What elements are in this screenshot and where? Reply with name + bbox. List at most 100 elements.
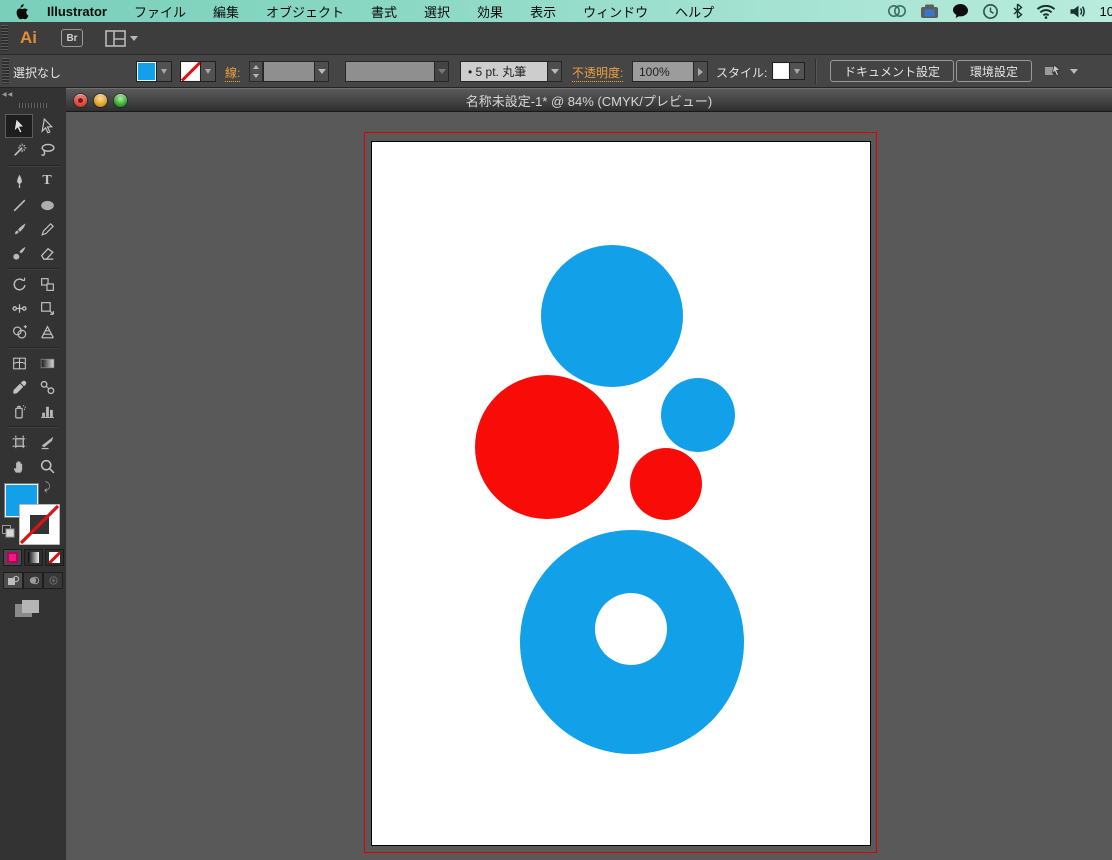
- bluetooth-icon[interactable]: [1012, 3, 1023, 19]
- small-blue-circle[interactable]: [661, 378, 735, 452]
- stroke-profile-dropdown[interactable]: [435, 61, 449, 82]
- menu-object[interactable]: オブジェクト: [266, 2, 344, 21]
- mesh-tool[interactable]: [5, 351, 33, 375]
- selection-status: 選択なし: [13, 64, 61, 81]
- volume-icon[interactable]: [1069, 4, 1087, 19]
- rotate-tool[interactable]: [5, 272, 33, 296]
- apple-menu-icon[interactable]: [14, 3, 29, 20]
- document-titlebar[interactable]: 名称未設定-1* @ 84% (CMYK/プレビュー): [66, 88, 1112, 112]
- time-machine-icon[interactable]: [982, 3, 999, 20]
- stroke-none-swatch[interactable]: [180, 61, 201, 82]
- stroke-color-control[interactable]: [180, 61, 216, 82]
- eraser-tool[interactable]: [33, 241, 61, 265]
- canvas[interactable]: [66, 112, 1112, 860]
- selection-tool[interactable]: [5, 114, 33, 138]
- eyedropper-tool[interactable]: [5, 375, 33, 399]
- capture-icon[interactable]: [920, 4, 939, 19]
- swap-fill-stroke-icon[interactable]: ⤸: [44, 481, 51, 494]
- menu-window[interactable]: ウィンドウ: [583, 2, 648, 21]
- slice-tool[interactable]: [33, 430, 61, 454]
- tools-panel-header[interactable]: ◀◀: [0, 88, 66, 101]
- fill-color-control[interactable]: [136, 61, 172, 82]
- chat-bubble-icon[interactable]: [952, 3, 969, 19]
- line-segment-tool[interactable]: [5, 193, 33, 217]
- arrange-documents-button[interactable]: [105, 30, 138, 47]
- document-title: 名称未設定-1* @ 84% (CMYK/プレビュー): [66, 91, 1112, 110]
- fill-color-swatch[interactable]: [136, 61, 157, 82]
- small-red-circle[interactable]: [630, 448, 702, 520]
- collapse-panel-icon[interactable]: ◀◀: [2, 91, 13, 98]
- stroke-color-dropdown[interactable]: [201, 61, 216, 82]
- direct-selection-tool[interactable]: [33, 114, 61, 138]
- chevron-down-icon: [130, 36, 138, 41]
- hand-tool[interactable]: [5, 454, 33, 478]
- width-tool[interactable]: [5, 296, 33, 320]
- menu-type[interactable]: 書式: [371, 2, 397, 21]
- default-fill-stroke-icon[interactable]: [2, 525, 15, 538]
- menu-effect[interactable]: 効果: [477, 2, 503, 21]
- donut-hole[interactable]: [595, 593, 667, 665]
- opacity-field[interactable]: 100%: [632, 61, 694, 82]
- ellipse-tool[interactable]: [33, 193, 61, 217]
- zoom-tool[interactable]: [33, 454, 61, 478]
- style-dropdown[interactable]: [790, 62, 805, 80]
- blob-brush-tool[interactable]: [5, 241, 33, 265]
- draw-inside-button[interactable]: [43, 572, 63, 589]
- document-setup-button[interactable]: ドキュメント設定: [830, 60, 954, 82]
- large-red-circle[interactable]: [475, 375, 619, 519]
- menu-view[interactable]: 表示: [530, 2, 556, 21]
- toolbar-stroke-swatch[interactable]: [19, 504, 60, 545]
- pencil-tool[interactable]: [33, 217, 61, 241]
- pen-tool[interactable]: [5, 169, 33, 193]
- shape-builder-tool[interactable]: [5, 320, 33, 344]
- stroke-profile-field[interactable]: [345, 61, 435, 82]
- artboard-tool[interactable]: [5, 430, 33, 454]
- brush-definition-dropdown[interactable]: [548, 61, 562, 82]
- controlbar-grip[interactable]: [2, 58, 9, 84]
- menu-select[interactable]: 選択: [424, 2, 450, 21]
- opacity-dropdown[interactable]: [694, 61, 708, 82]
- change-screen-mode-button[interactable]: [14, 599, 66, 624]
- divider: [5, 344, 61, 351]
- lasso-tool[interactable]: [33, 138, 61, 162]
- appbar-grip[interactable]: [1, 25, 8, 51]
- fill-color-dropdown[interactable]: [157, 61, 172, 82]
- paintbrush-tool[interactable]: [5, 217, 33, 241]
- large-blue-circle[interactable]: [541, 245, 683, 387]
- stroke-weight-stepper[interactable]: [249, 61, 263, 82]
- magic-wand-tool[interactable]: [5, 138, 33, 162]
- gradient-tool[interactable]: [33, 351, 61, 375]
- gradient-button[interactable]: [24, 549, 43, 566]
- opacity-panel-link[interactable]: 不透明度:: [572, 64, 623, 82]
- symbol-sprayer-tool[interactable]: [5, 399, 33, 423]
- stroke-panel-link[interactable]: 線:: [225, 64, 240, 82]
- none-button[interactable]: [45, 549, 64, 566]
- free-transform-tool[interactable]: [33, 296, 61, 320]
- type-tool[interactable]: T: [33, 169, 61, 193]
- blend-tool[interactable]: [33, 375, 61, 399]
- menu-edit[interactable]: 編集: [213, 2, 239, 21]
- draw-behind-button[interactable]: [23, 572, 43, 589]
- isolate-selection-control[interactable]: [1044, 63, 1078, 79]
- style-swatch[interactable]: [772, 62, 790, 80]
- tools-panel-grip[interactable]: [19, 103, 47, 108]
- color-button[interactable]: [3, 549, 22, 566]
- perspective-grid-tool[interactable]: [33, 320, 61, 344]
- menu-help[interactable]: ヘルプ: [675, 2, 714, 21]
- wifi-icon[interactable]: [1036, 4, 1056, 19]
- stroke-weight-dropdown[interactable]: [315, 61, 329, 82]
- menu-file[interactable]: ファイル: [134, 2, 186, 21]
- style-control[interactable]: [772, 62, 805, 80]
- brush-definition-field[interactable]: • 5 pt. 丸筆: [460, 61, 548, 82]
- preferences-button[interactable]: 環境設定: [956, 60, 1032, 82]
- creative-cloud-icon[interactable]: [887, 4, 907, 18]
- draw-normal-button[interactable]: [3, 572, 23, 589]
- column-graph-tool[interactable]: [33, 399, 61, 423]
- application-bar: Ai Br: [0, 22, 1112, 55]
- document-window: 名称未設定-1* @ 84% (CMYK/プレビュー): [66, 88, 1112, 860]
- scale-tool[interactable]: [33, 272, 61, 296]
- bridge-button[interactable]: Br: [61, 29, 83, 47]
- menu-bar-clock[interactable]: 10: [1100, 4, 1112, 19]
- menu-illustrator[interactable]: Illustrator: [47, 4, 107, 19]
- stroke-weight-field[interactable]: [263, 61, 315, 82]
